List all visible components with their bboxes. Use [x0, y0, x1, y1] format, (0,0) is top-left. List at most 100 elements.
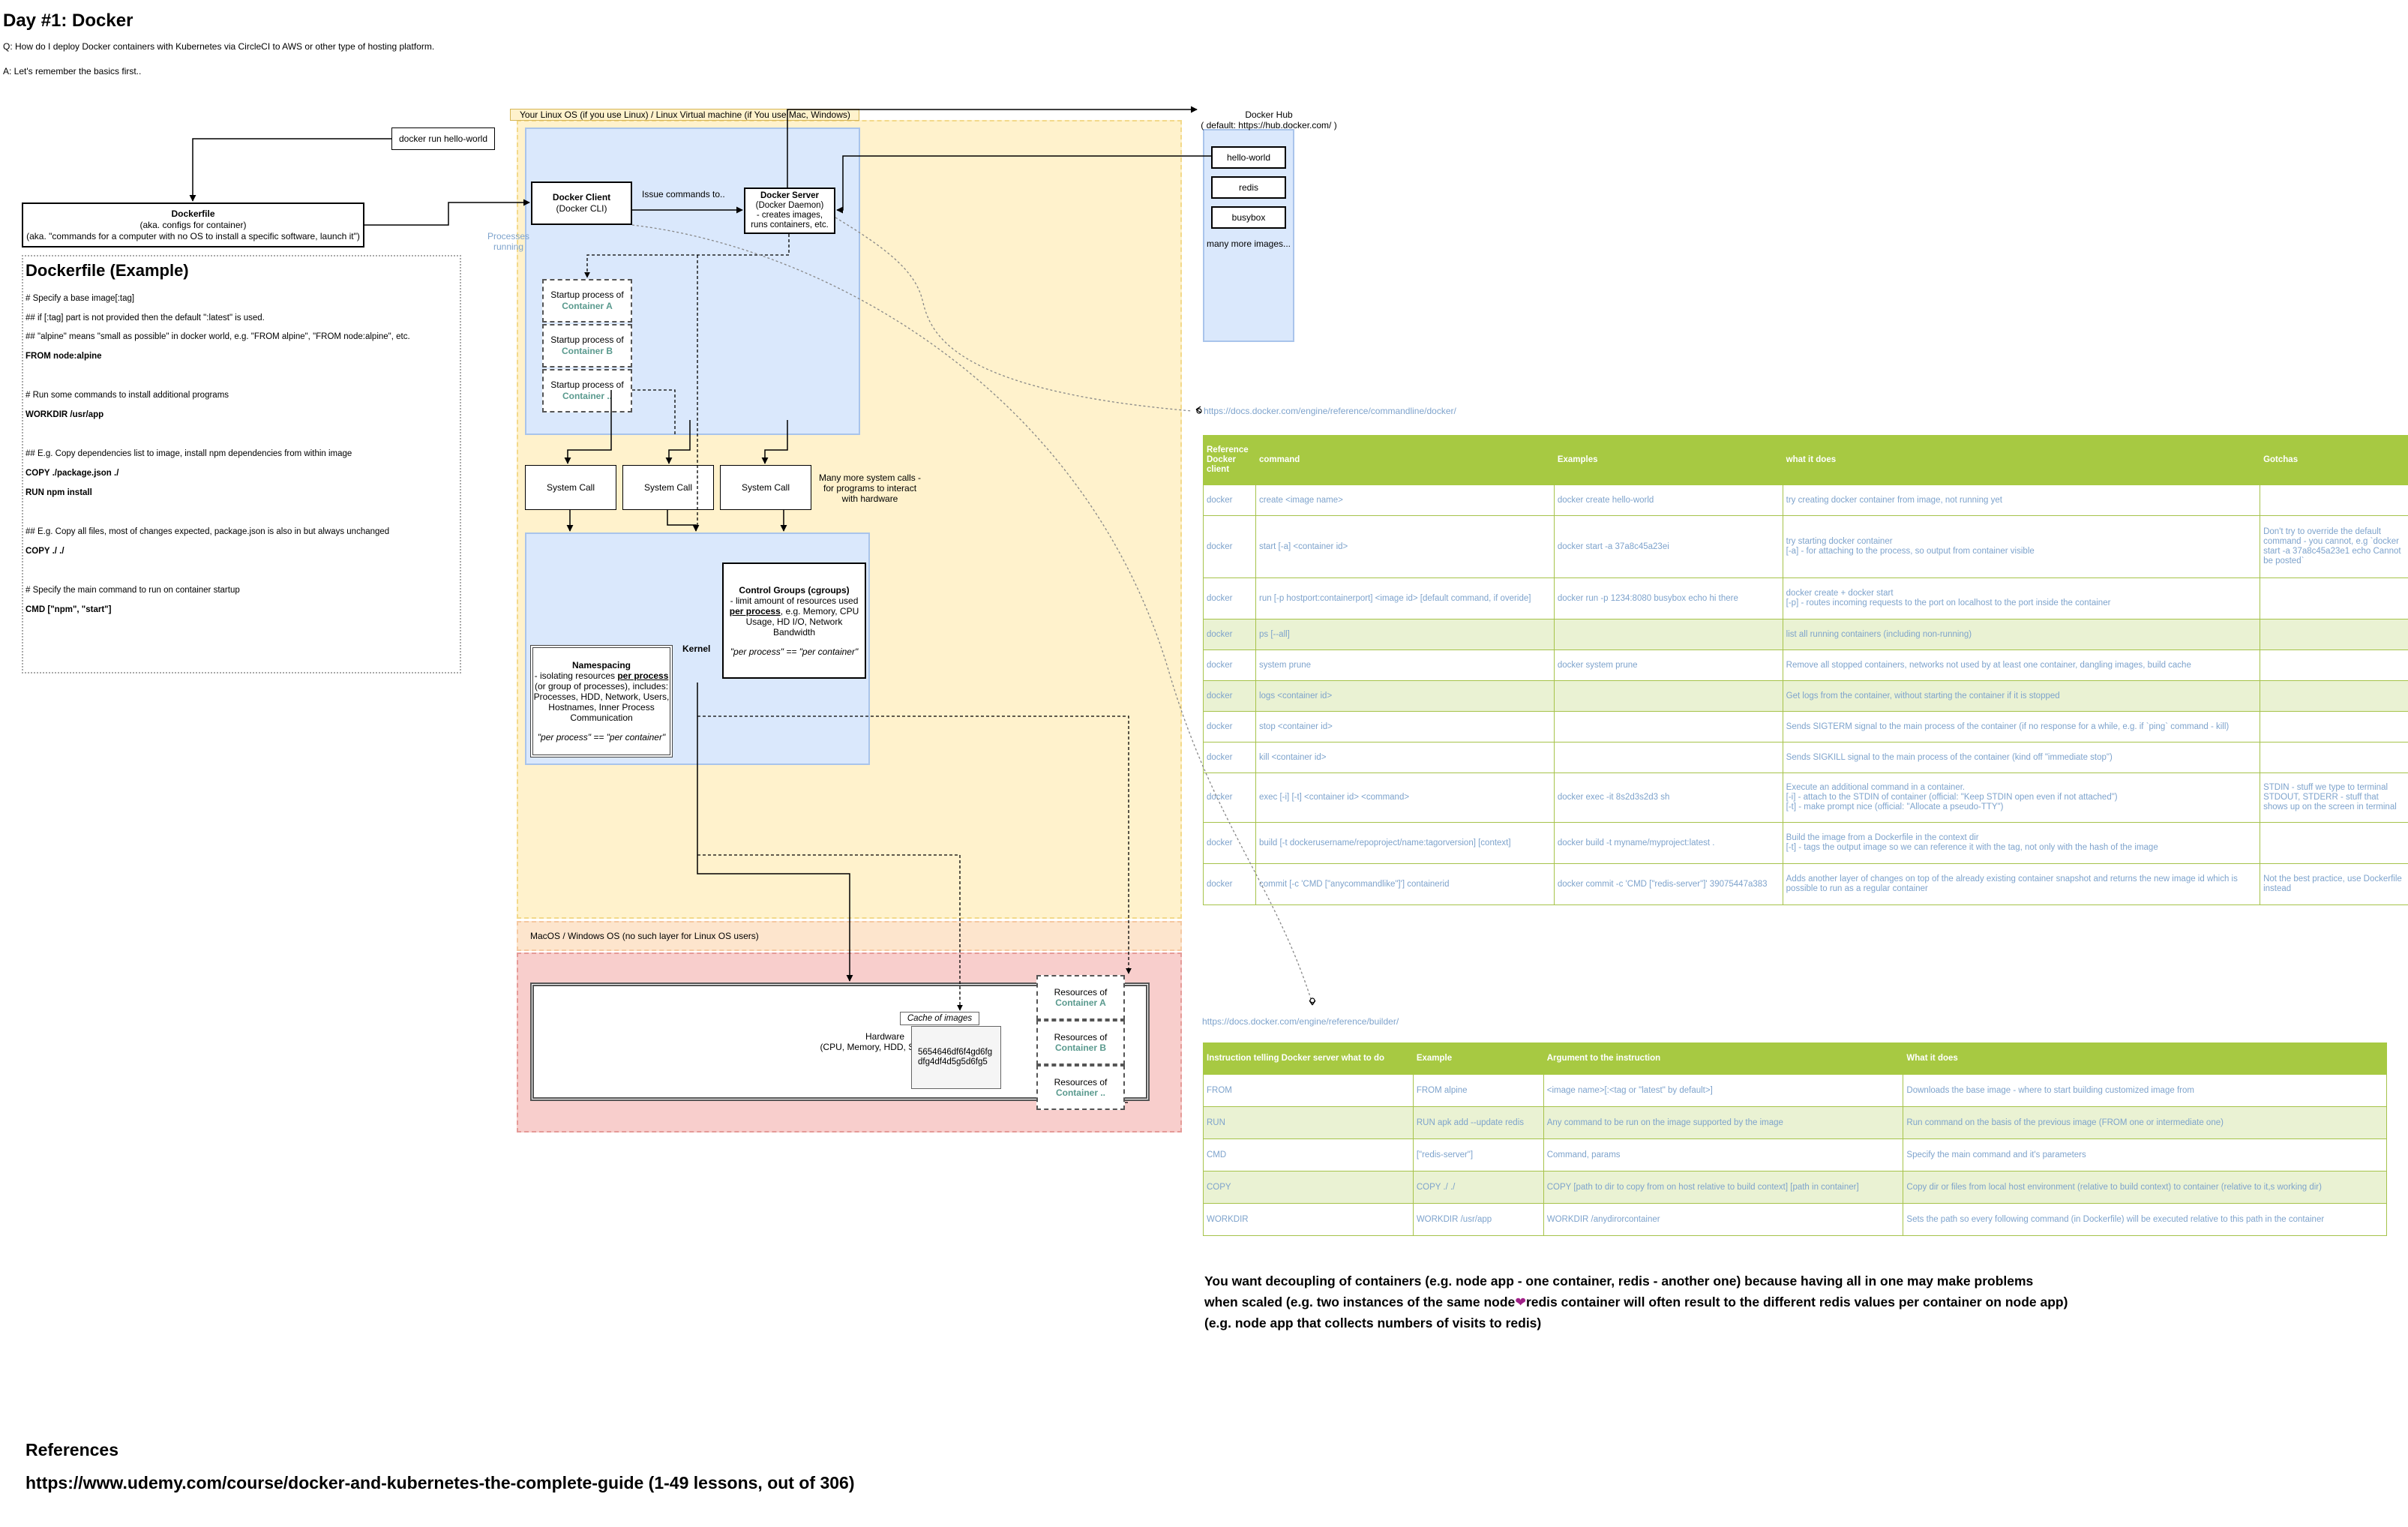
- builder-ref-cell: Any command to be run on the image suppo…: [1543, 1106, 1904, 1139]
- dockerfile-example-title: Dockerfile (Example): [25, 261, 189, 280]
- client-ref-cell: [2260, 619, 2408, 650]
- docker-server-box: Docker Server (Docker Daemon) - creates …: [744, 188, 835, 234]
- docker-cli-reference-link[interactable]: https://docs.docker.com/engine/reference…: [1204, 406, 1456, 416]
- client-ref-cell: docker: [1203, 863, 1256, 905]
- client-ref-cell: Get logs from the container, without sta…: [1782, 680, 2261, 712]
- builder-ref-row: RUN RUN apk add --update redis Any command…: [1203, 1106, 2387, 1139]
- builder-ref-row: WORKDIR WORKDIR /usr/app WORKDIR /anydiror…: [1203, 1203, 2387, 1236]
- df-line: ## if [:tag] part is not provided then t…: [25, 314, 265, 322]
- df-line: FROM node:alpine: [25, 352, 102, 361]
- client-ref-cell: Don't try to override the default comman…: [2260, 515, 2408, 578]
- resources-container-a: Resources of Container A: [1036, 975, 1125, 1020]
- system-call-3: System Call: [720, 465, 811, 510]
- resources-container-other: Resources of Container ..: [1036, 1065, 1125, 1110]
- docker-hub-title: Docker Hub ( default: https://hub.docker…: [1201, 110, 1337, 130]
- client-ref-cell: try starting docker container [-a] - for…: [1782, 515, 2261, 578]
- client-ref-cell: docker: [1203, 822, 1256, 864]
- client-col-examples: Examples: [1553, 435, 1783, 485]
- builder-ref-cell: COPY [path to dir to copy from on host r…: [1543, 1171, 1904, 1204]
- builder-col-instruction: Instruction telling Docker server what t…: [1203, 1042, 1414, 1075]
- builder-ref-cell: Run command on the basis of the previous…: [1903, 1106, 2387, 1139]
- docker-builder-reference-link[interactable]: https://docs.docker.com/engine/reference…: [1202, 1016, 1399, 1027]
- client-ref-row: docker run [-p hostport:containerport] <i…: [1203, 578, 2408, 620]
- client-ref-cell: [1553, 680, 1783, 712]
- client-ref-cell: try creating docker container from image…: [1782, 484, 2261, 516]
- builder-ref-row: CMD ["redis-server"] Command, params Specif…: [1203, 1138, 2387, 1172]
- system-call-1: System Call: [525, 465, 616, 510]
- builder-ref-cell: RUN apk add --update redis: [1412, 1106, 1544, 1139]
- client-ref-cell: Remove all stopped containers, networks …: [1782, 650, 2261, 681]
- client-ref-cell: [1553, 711, 1783, 742]
- client-ref-row: docker exec [-i] [-t] <container id> <com…: [1203, 772, 2408, 823]
- df-line: ## "alpine" means "small as possible" in…: [25, 332, 410, 341]
- client-ref-cell: [2260, 742, 2408, 773]
- builder-col-what: What it does: [1903, 1042, 2387, 1075]
- df-line: COPY ./ ./: [25, 547, 64, 556]
- dockerfile-box: Dockerfile (aka. configs for container) …: [22, 202, 364, 248]
- client-ref-cell: logs <container id>: [1255, 680, 1555, 712]
- macos-label: MacOS / Windows OS (no such layer for Li…: [530, 931, 759, 941]
- client-ref-cell: docker commit -c 'CMD ["redis-server"]' …: [1553, 863, 1783, 905]
- builder-ref-cell: Specify the main command and it's parame…: [1903, 1138, 2387, 1172]
- builder-ref-row: COPY COPY ./ ./COPY [path to dir to copy …: [1203, 1171, 2387, 1204]
- answer-text: A: Let's remember the basics first..: [3, 66, 142, 76]
- client-ref-cell: [1553, 619, 1783, 650]
- client-ref-cell: stop <container id>: [1255, 711, 1555, 742]
- builder-ref-cell: ["redis-server"]: [1412, 1138, 1544, 1172]
- client-ref-cell: ps [--all]: [1255, 619, 1555, 650]
- builder-ref-cell: Downloads the base image - where to star…: [1903, 1074, 2387, 1107]
- client-ref-cell: Execute an additional command in a conta…: [1782, 772, 2261, 823]
- client-ref-cell: kill <container id>: [1255, 742, 1555, 773]
- docker-client-title: Docker Client: [552, 192, 611, 202]
- client-reference-table: Reference Docker client command Examples…: [1203, 435, 2408, 905]
- client-col-gotchas: Gotchas: [2260, 435, 2408, 485]
- client-ref-cell: build [-t dockerusername/repoproject/nam…: [1255, 822, 1555, 864]
- client-ref-cell: create <image name>: [1255, 484, 1555, 516]
- more-system-calls-label: Many more system calls - for programs to…: [819, 472, 922, 504]
- client-ref-cell: docker: [1203, 619, 1256, 650]
- client-ref-cell: docker start -a 37a8c45a23ei: [1553, 515, 1783, 578]
- client-ref-cell: [2260, 822, 2408, 864]
- client-ref-cell: docker: [1203, 484, 1256, 516]
- docker-run-box: docker run hello-world: [391, 128, 495, 150]
- builder-col-argument: Argument to the instruction: [1543, 1042, 1904, 1075]
- client-ref-cell: commit [-c 'CMD ["anycommandlike"]'] con…: [1255, 863, 1555, 905]
- client-ref-cell: [2260, 650, 2408, 681]
- df-line: # Run some commands to install additiona…: [25, 391, 229, 400]
- heart-icon: ❤: [1515, 1294, 1526, 1310]
- client-ref-cell: docker build -t myname/myproject:latest …: [1553, 822, 1783, 864]
- client-ref-row: docker stop <container id> Sends SIGTERM s…: [1203, 711, 2408, 742]
- question-text: Q: How do I deploy Docker containers wit…: [3, 41, 435, 52]
- client-ref-cell: start [-a] <container id>: [1255, 515, 1555, 578]
- client-ref-cell: [2260, 578, 2408, 620]
- builder-ref-cell: CMD: [1203, 1138, 1414, 1172]
- namespacing-box: Namespacing - isolating resources per pr…: [530, 645, 673, 758]
- client-ref-cell: [1553, 742, 1783, 773]
- client-ref-cell: docker run -p 1234:8080 busybox echo hi …: [1553, 578, 1783, 620]
- references-link[interactable]: https://www.udemy.com/course/docker-and-…: [25, 1473, 854, 1493]
- builder-ref-cell: COPY: [1203, 1171, 1414, 1204]
- df-line: # Specify a base image[:tag]: [25, 294, 135, 303]
- dockerfile-line1: (aka. configs for container): [139, 219, 247, 230]
- builder-ref-cell: RUN: [1203, 1106, 1414, 1139]
- client-ref-cell: docker: [1203, 711, 1256, 742]
- client-col-what: what it does: [1782, 435, 2261, 485]
- processes-running-label: Processes running: [487, 231, 530, 252]
- client-ref-cell: docker: [1203, 772, 1256, 823]
- docker-client-sub: (Docker CLI): [556, 203, 607, 214]
- client-ref-row: docker ps [--all] list all running contain…: [1203, 619, 2408, 650]
- docker-client-box: Docker Client (Docker CLI): [531, 182, 632, 225]
- builder-ref-cell: COPY ./ ./: [1412, 1171, 1544, 1204]
- client-ref-cell: docker: [1203, 680, 1256, 712]
- client-ref-cell: Sends SIGKILL signal to the main process…: [1782, 742, 2261, 773]
- client-ref-cell: Adds another layer of changes on top of …: [1782, 863, 2261, 905]
- client-ref-cell: docker exec -it 8s2d3s2d3 sh: [1553, 772, 1783, 823]
- references-title: References: [25, 1440, 119, 1460]
- df-line: COPY ./package.json ./: [25, 469, 119, 478]
- client-ref-cell: Build the image from a Dockerfile in the…: [1782, 822, 2261, 864]
- df-line: RUN npm install: [25, 488, 92, 497]
- builder-ref-cell: WORKDIR: [1203, 1203, 1414, 1236]
- client-ref-cell: docker: [1203, 515, 1256, 578]
- client-ref-cell: docker create hello-world: [1553, 484, 1783, 516]
- client-ref-cell: docker: [1203, 742, 1256, 773]
